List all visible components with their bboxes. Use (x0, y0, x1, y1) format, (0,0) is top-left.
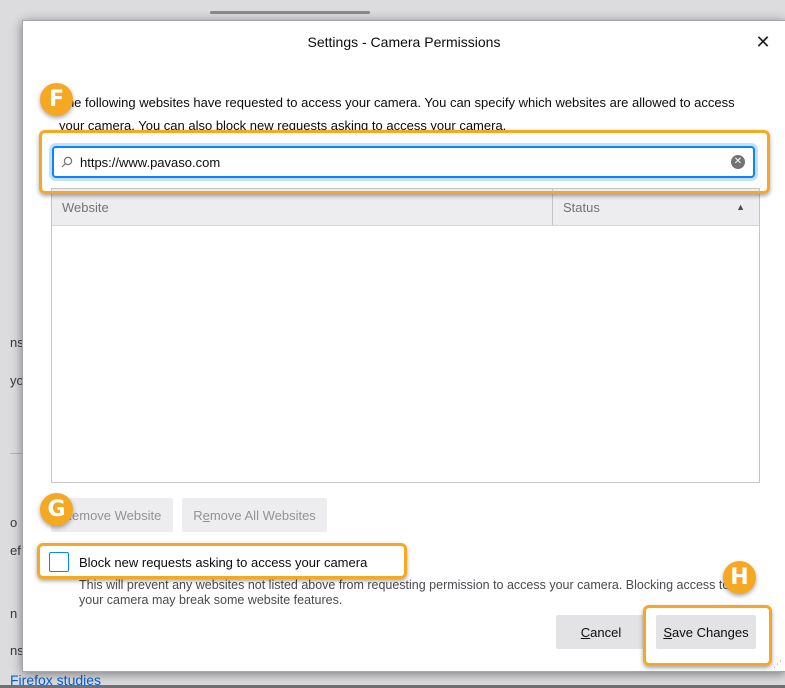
block-requests-checkbox[interactable] (49, 552, 69, 572)
cancel-button[interactable]: Cancel (556, 615, 646, 649)
firefox-studies-link[interactable]: Firefox studies (10, 672, 101, 688)
remove-all-websites-button[interactable]: Remove All Websites (182, 498, 327, 532)
save-changes-button[interactable]: Save Changes (656, 615, 756, 649)
search-icon (54, 156, 80, 168)
close-icon[interactable]: ✕ (751, 30, 775, 54)
column-header-label: Website (62, 199, 109, 215)
column-header-label: Status (563, 199, 600, 215)
table-header: Website Status ▲ (52, 189, 759, 226)
search-input[interactable] (80, 154, 731, 170)
permissions-description: The following websites have requested to… (59, 95, 735, 133)
remove-all-label: Remove All Websites (193, 507, 316, 523)
websites-table: Website Status ▲ (51, 188, 760, 483)
dialog-titlebar: Settings - Camera Permissions ✕ (23, 21, 785, 63)
background-text: n (10, 606, 18, 621)
dialog-title: Settings - Camera Permissions (307, 34, 501, 50)
background-text: o (10, 515, 18, 530)
search-field[interactable]: ✕ (53, 147, 754, 177)
callout-badge-h: H (723, 561, 756, 594)
column-header-website[interactable]: Website (52, 189, 553, 225)
background-text: ef (10, 543, 21, 558)
camera-permissions-dialog: Settings - Camera Permissions ✕ The foll… (22, 20, 785, 672)
block-requests-row[interactable]: Block new requests asking to access your… (49, 551, 367, 573)
resize-grip-icon[interactable]: ⋰ (773, 659, 783, 669)
block-requests-note: This will prevent any websites not liste… (79, 578, 730, 607)
callout-badge-f: F (40, 83, 73, 116)
sort-ascending-icon: ▲ (736, 202, 745, 212)
column-header-status[interactable]: Status ▲ (553, 200, 759, 215)
block-requests-label[interactable]: Block new requests asking to access your… (79, 555, 367, 570)
background-scrollbar (210, 11, 370, 14)
callout-badge-g: G (40, 493, 73, 526)
clear-search-icon[interactable]: ✕ (731, 155, 745, 169)
